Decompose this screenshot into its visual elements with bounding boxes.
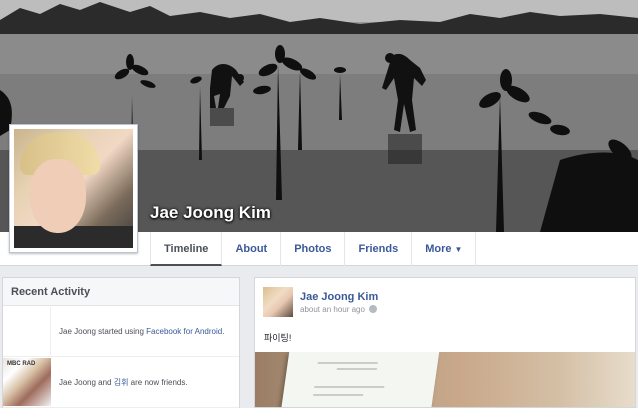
activity-text: Jae Joong started using Facebook for And… xyxy=(59,326,225,336)
post-message: 파이팅! xyxy=(264,333,292,343)
tab-more-label: More xyxy=(425,243,452,255)
tab-timeline[interactable]: Timeline xyxy=(150,232,223,266)
globe-icon xyxy=(368,305,377,313)
profile-name[interactable]: Jae Joong Kim xyxy=(150,203,271,223)
tab-more[interactable]: More ▼ xyxy=(412,232,477,266)
activity-item: Jae Joong and 김휘 are now friends. xyxy=(3,357,239,408)
post-photo-card xyxy=(280,352,440,407)
facebook-android-link[interactable]: Facebook for Android xyxy=(146,327,222,336)
tab-about[interactable]: About xyxy=(222,232,282,266)
profile-picture[interactable] xyxy=(9,124,138,253)
caret-down-icon: ▼ xyxy=(454,245,463,254)
post-author-name[interactable]: Jae Joong Kim xyxy=(300,291,378,303)
post-time-link[interactable]: about an hour ago xyxy=(300,305,365,314)
friend-name-link[interactable]: 김휘 xyxy=(114,378,129,387)
post-author-avatar[interactable] xyxy=(263,287,293,317)
tab-friends[interactable]: Friends xyxy=(345,232,413,266)
profile-photo xyxy=(14,129,133,248)
activity-thumbnail xyxy=(3,307,51,355)
activity-thumbnail[interactable] xyxy=(3,358,51,406)
recent-activity-title: Recent Activity xyxy=(3,278,239,306)
tab-photos[interactable]: Photos xyxy=(281,232,346,266)
activity-text: Jae Joong and 김휘 are now friends. xyxy=(59,377,188,387)
recent-activity-box: Recent Activity Jae Joong started using … xyxy=(2,277,240,408)
timeline-post: Jae Joong Kim about an hour ago 파이팅! xyxy=(254,277,636,408)
activity-item: Jae Joong started using Facebook for And… xyxy=(3,306,239,357)
post-timestamp: about an hour ago xyxy=(300,305,377,314)
post-photo[interactable] xyxy=(255,352,635,407)
